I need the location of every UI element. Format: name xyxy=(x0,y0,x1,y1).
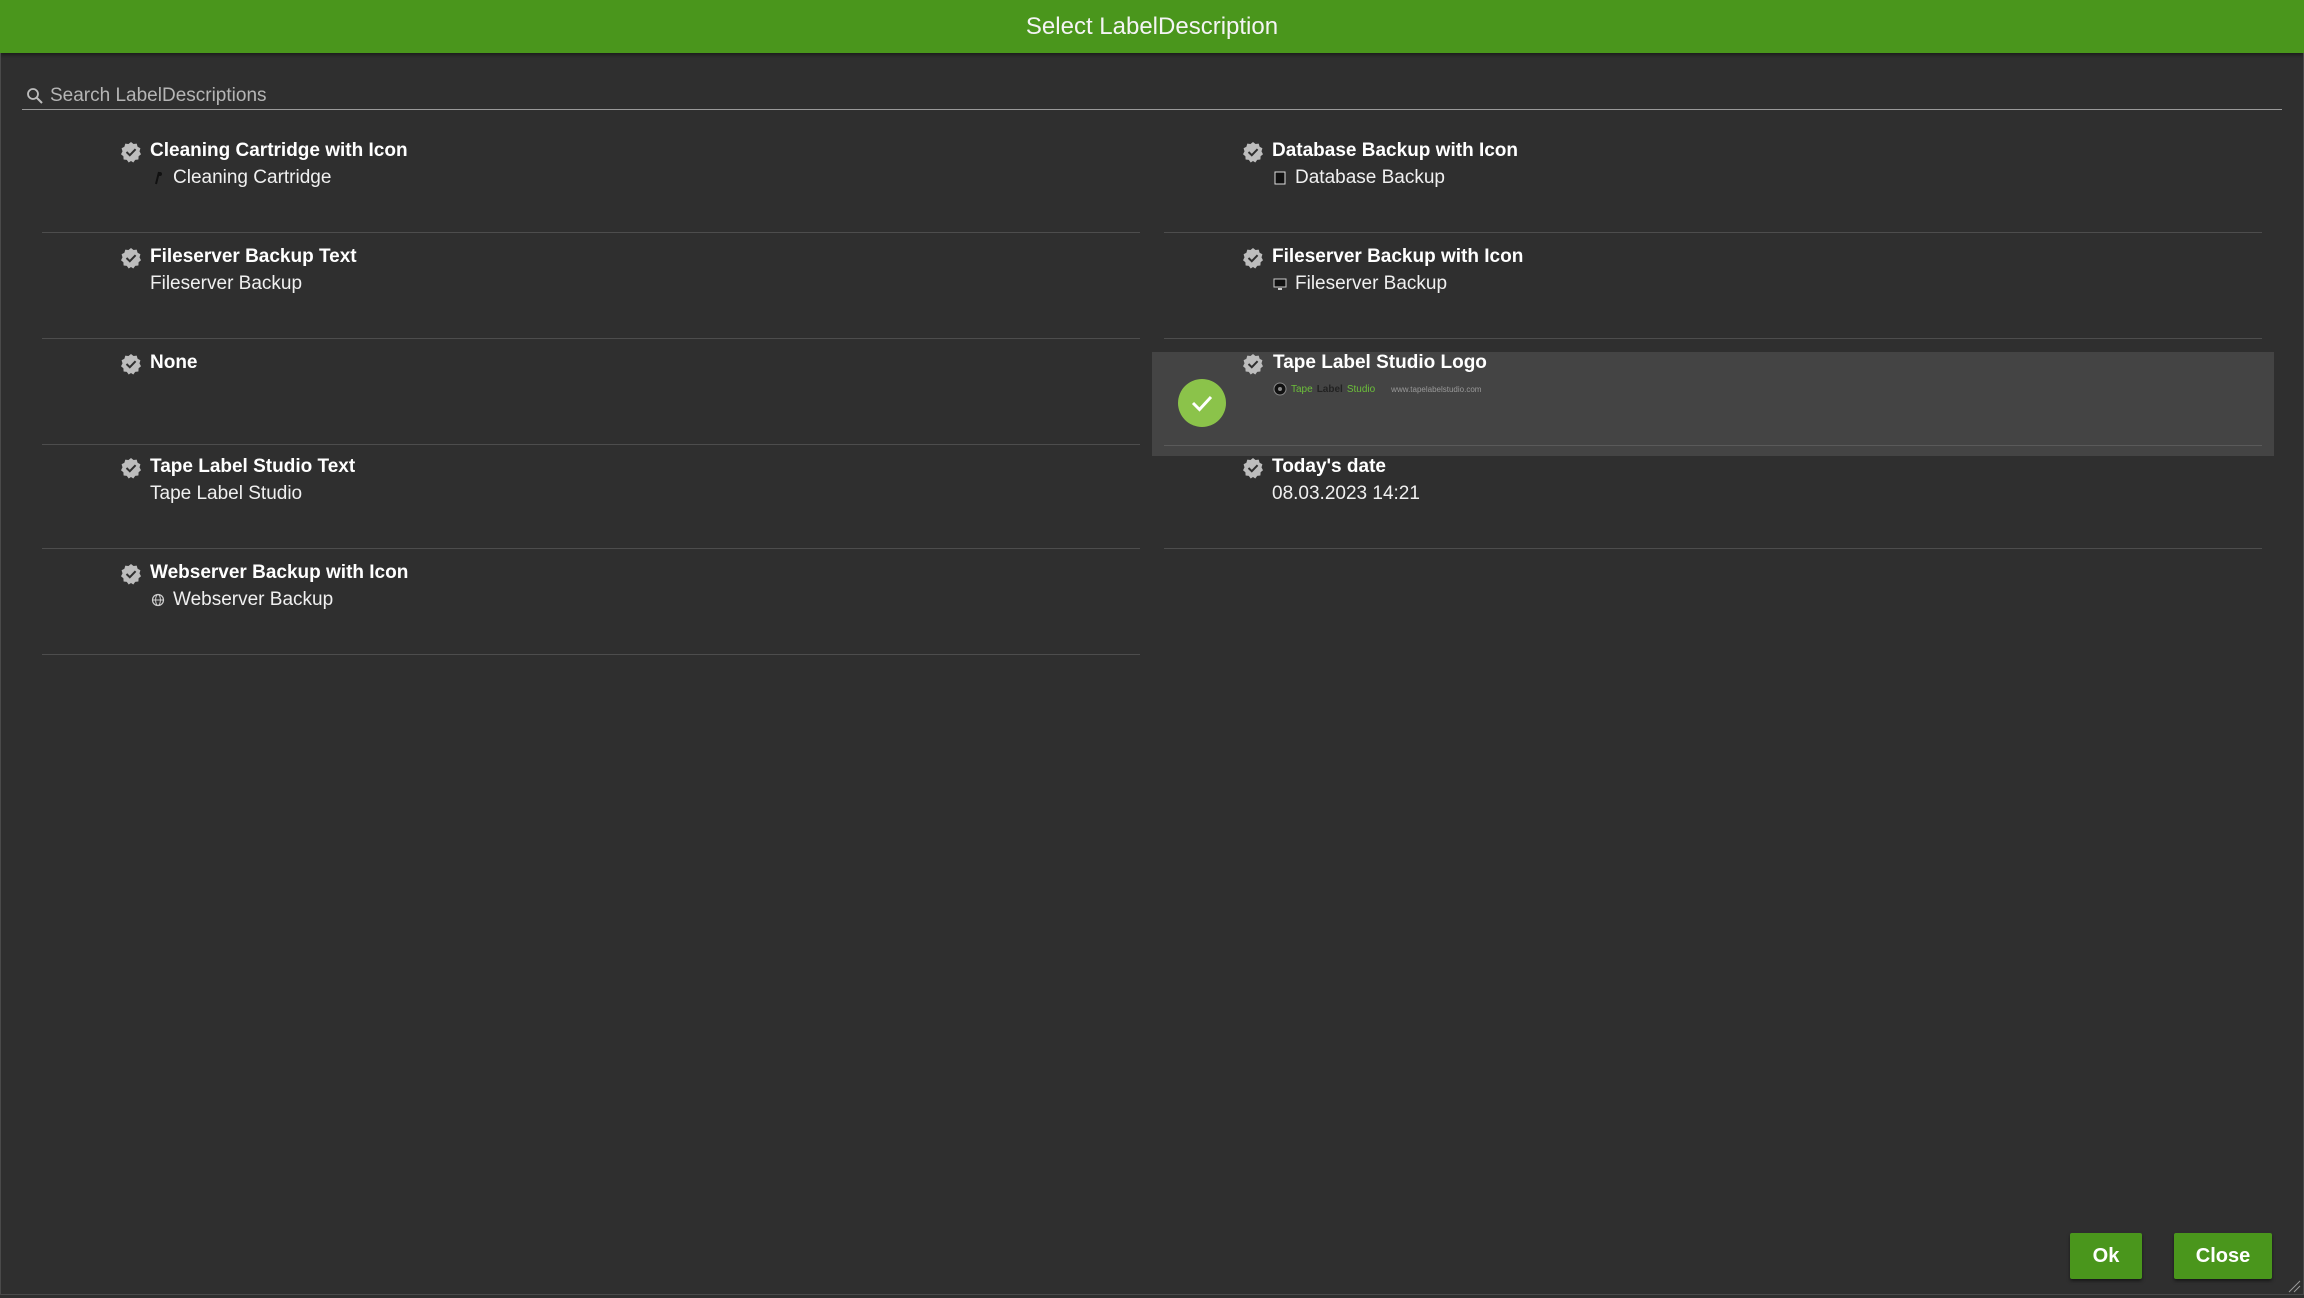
item-name: Database Backup with Icon xyxy=(1272,140,1519,161)
list-item-database-backup[interactable]: Database Backup with Icon Database Backu… xyxy=(1164,127,2262,233)
selected-check-icon xyxy=(1178,379,1226,427)
item-name: Fileserver Backup Text xyxy=(150,246,357,267)
search-icon xyxy=(22,83,48,109)
list-item-todays-date[interactable]: Today's date 08.03.2023 14:21 xyxy=(1164,443,2262,549)
dialog-title: Select LabelDescription xyxy=(1025,12,1279,40)
item-name: Webserver Backup with Icon xyxy=(150,562,409,583)
list-item-cleaning-cartridge[interactable]: Cleaning Cartridge with Icon Cleaning Ca… xyxy=(42,127,1140,233)
globe-icon xyxy=(150,592,166,608)
verified-badge-icon xyxy=(120,457,142,479)
item-name: Tape Label Studio Logo xyxy=(1273,352,1487,373)
list-item-webserver-backup[interactable]: Webserver Backup with Icon Webserver Bac… xyxy=(42,549,1140,655)
search-box[interactable] xyxy=(22,83,2282,110)
verified-badge-icon xyxy=(1242,141,1264,163)
verified-badge-icon xyxy=(1242,353,1264,375)
close-button[interactable]: Close xyxy=(2174,1233,2272,1279)
item-name: Fileserver Backup with Icon xyxy=(1272,246,1524,267)
list-item-none[interactable]: None xyxy=(42,339,1140,445)
item-description: Cleaning Cartridge xyxy=(150,167,331,189)
item-name: Cleaning Cartridge with Icon xyxy=(150,140,408,161)
resize-grip-icon[interactable] xyxy=(2287,1279,2301,1293)
item-description: Fileserver Backup xyxy=(1272,273,1447,295)
item-description: Database Backup xyxy=(1272,167,1445,189)
list-item-fileserver-backup-text[interactable]: Fileserver Backup Text Fileserver Backup xyxy=(42,233,1140,339)
verified-badge-icon xyxy=(1242,457,1264,479)
ok-button[interactable]: Ok xyxy=(2070,1233,2142,1279)
database-icon xyxy=(1272,170,1288,186)
logo-reel-icon xyxy=(1273,382,1287,396)
list-item-tape-label-studio-text[interactable]: Tape Label Studio Text Tape Label Studio xyxy=(42,443,1140,549)
verified-badge-icon xyxy=(120,247,142,269)
logo-image: Tape Label Studio www.tapelabelstudio.com xyxy=(1273,382,1481,396)
search-input[interactable] xyxy=(48,85,2250,107)
verified-badge-icon xyxy=(120,353,142,375)
item-description: Webserver Backup xyxy=(150,589,333,611)
cartridge-icon xyxy=(150,170,166,186)
item-name: Tape Label Studio Text xyxy=(150,456,356,477)
verified-badge-icon xyxy=(120,563,142,585)
item-description: Tape Label Studio xyxy=(150,483,303,504)
item-description: 08.03.2023 14:21 xyxy=(1272,483,1420,504)
list-item-fileserver-backup-icon[interactable]: Fileserver Backup with Icon Fileserver B… xyxy=(1164,233,2262,339)
item-name: None xyxy=(150,352,198,373)
dialog-title-bar: Select LabelDescription xyxy=(0,0,2304,53)
item-description: Fileserver Backup xyxy=(150,273,303,294)
server-icon xyxy=(1272,276,1288,292)
verified-badge-icon xyxy=(1242,247,1264,269)
verified-badge-icon xyxy=(120,141,142,163)
item-name: Today's date xyxy=(1272,456,1386,477)
list-item-tape-label-studio-logo[interactable]: Tape Label Studio Logo Tape Label Studio w… xyxy=(1152,352,2274,456)
